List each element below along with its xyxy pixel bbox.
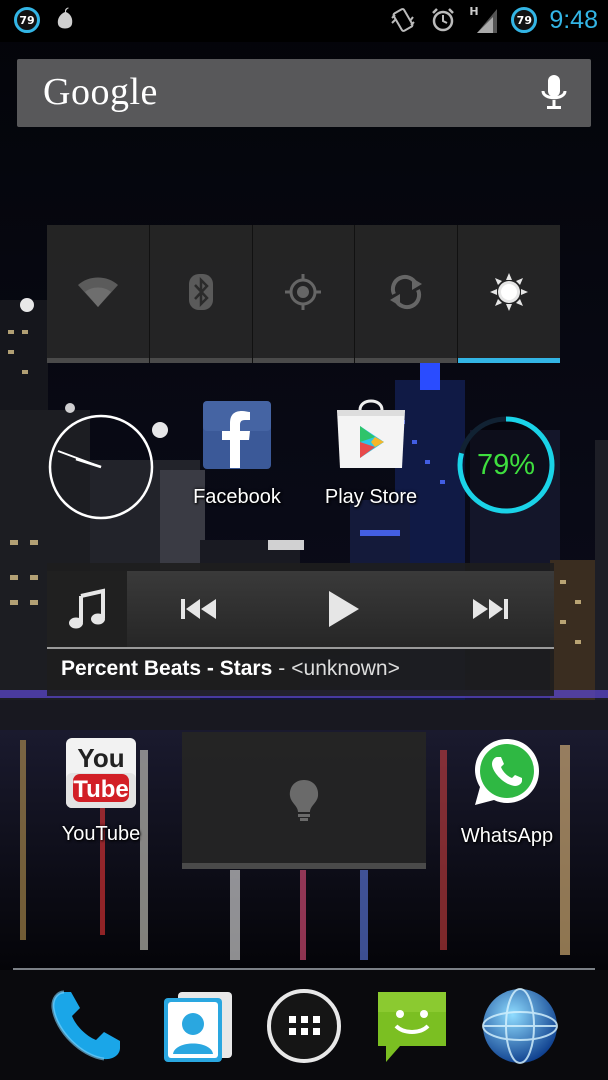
next-button[interactable] [444, 571, 534, 647]
app-drawer-icon [267, 989, 341, 1063]
gps-toggle[interactable] [252, 225, 356, 363]
brightness-icon [490, 273, 529, 311]
microphone-icon[interactable] [539, 73, 569, 113]
music-app-button[interactable] [47, 571, 127, 647]
wifi-icon [77, 277, 118, 307]
battery-widget[interactable]: 79% [455, 414, 557, 516]
whatsapp-label: WhatsApp [460, 825, 554, 847]
status-bar: 79 H 79 9:48 [0, 0, 608, 42]
app-drawer-button[interactable] [264, 986, 344, 1066]
next-icon [473, 599, 508, 619]
track-separator: - [278, 657, 286, 680]
play-store-label: Play Store [324, 486, 418, 508]
wifi-toggle[interactable] [47, 225, 150, 363]
previous-icon [181, 599, 216, 619]
status-clock: 9:48 [549, 5, 598, 34]
play-button[interactable] [299, 571, 389, 647]
youtube-icon: You Tube [66, 738, 136, 808]
play-store-icon [337, 399, 405, 468]
pear-icon [57, 7, 73, 29]
music-note-icon [69, 588, 105, 629]
signal-icon: H [469, 5, 499, 35]
browser-icon [482, 988, 558, 1064]
music-widget: Percent Beats - Stars - <unknown> [47, 563, 554, 696]
bluetooth-toggle[interactable] [149, 225, 253, 363]
battery-percent: 79% [476, 449, 536, 481]
youtube-logo-bottom: Tube [73, 776, 129, 803]
track-title: Percent Beats - Stars [61, 657, 273, 680]
messaging-icon [378, 992, 446, 1062]
youtube-label: YouTube [61, 823, 141, 845]
battery-badge-icon: 79 [511, 7, 538, 33]
facebook-label: Facebook [193, 486, 281, 508]
sync-toggle[interactable] [355, 225, 459, 363]
whatsapp-icon [475, 739, 539, 805]
previous-button[interactable] [155, 571, 245, 647]
play-icon [329, 591, 359, 627]
contacts-icon [164, 992, 232, 1062]
youtube-app[interactable]: You Tube YouTube [48, 737, 154, 846]
google-logo[interactable]: Google [43, 70, 158, 114]
lightbulb-icon [289, 780, 319, 821]
dock-browser[interactable] [480, 986, 560, 1066]
power-control-widget [47, 225, 560, 363]
alarm-icon [432, 8, 455, 32]
whatsapp-app[interactable]: WhatsApp [455, 735, 559, 848]
facebook-icon [203, 401, 271, 469]
dock-divider [13, 968, 595, 970]
facebook-app[interactable]: Facebook [182, 400, 292, 509]
play-store-app[interactable]: Play Store [316, 396, 426, 509]
dock-messaging[interactable] [372, 986, 452, 1066]
gps-icon [285, 274, 322, 310]
phone-icon [51, 990, 120, 1061]
flashlight-widget[interactable] [182, 732, 426, 869]
vibrate-icon [391, 8, 416, 32]
wallpaper [0, 0, 608, 1080]
track-artist: <unknown> [291, 657, 400, 680]
brightness-toggle[interactable] [458, 225, 560, 363]
music-divider [47, 647, 554, 649]
bluetooth-icon [188, 274, 213, 310]
google-search-bar[interactable]: Google [17, 59, 591, 127]
youtube-logo-top: You [77, 743, 124, 773]
sync-icon [390, 274, 423, 310]
analog-clock-widget[interactable] [48, 414, 154, 520]
dock-phone[interactable] [46, 986, 126, 1066]
track-info[interactable]: Percent Beats - Stars - <unknown> [61, 657, 400, 681]
battery-badge-icon: 79 [14, 7, 40, 33]
dock-contacts[interactable] [158, 986, 238, 1066]
